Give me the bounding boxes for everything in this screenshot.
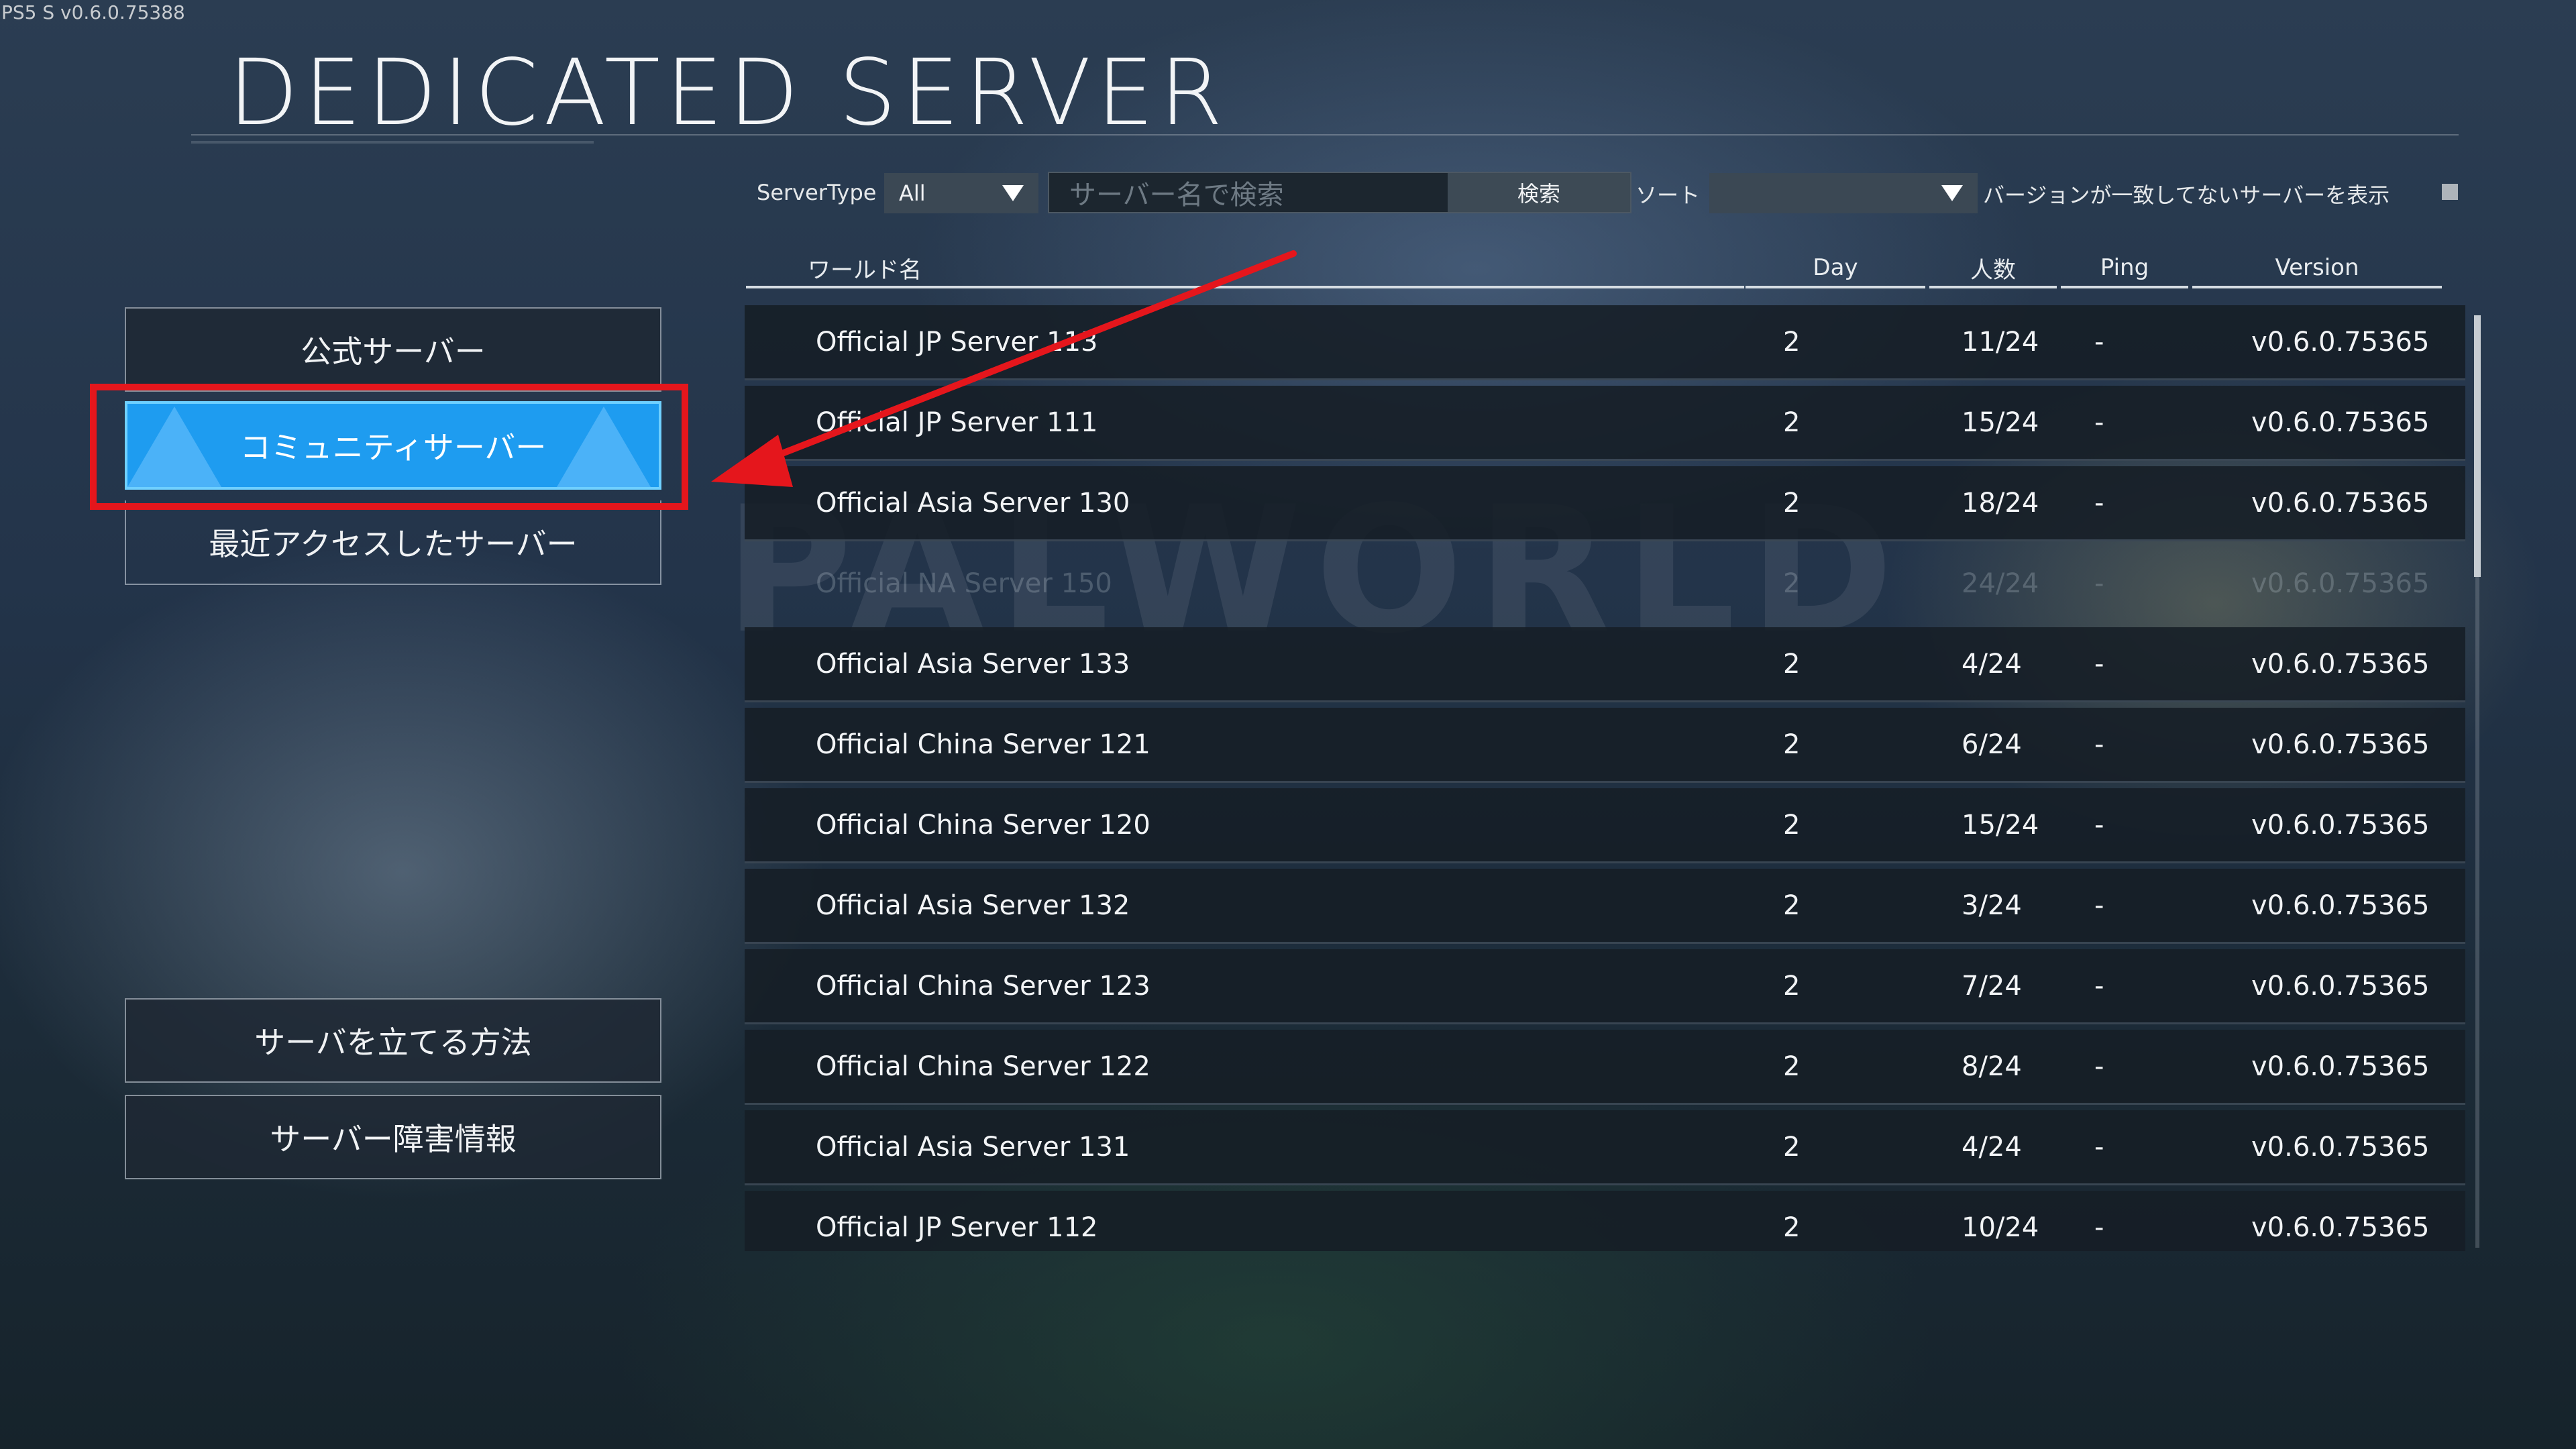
annotation-arrow-icon	[711, 250, 1297, 487]
